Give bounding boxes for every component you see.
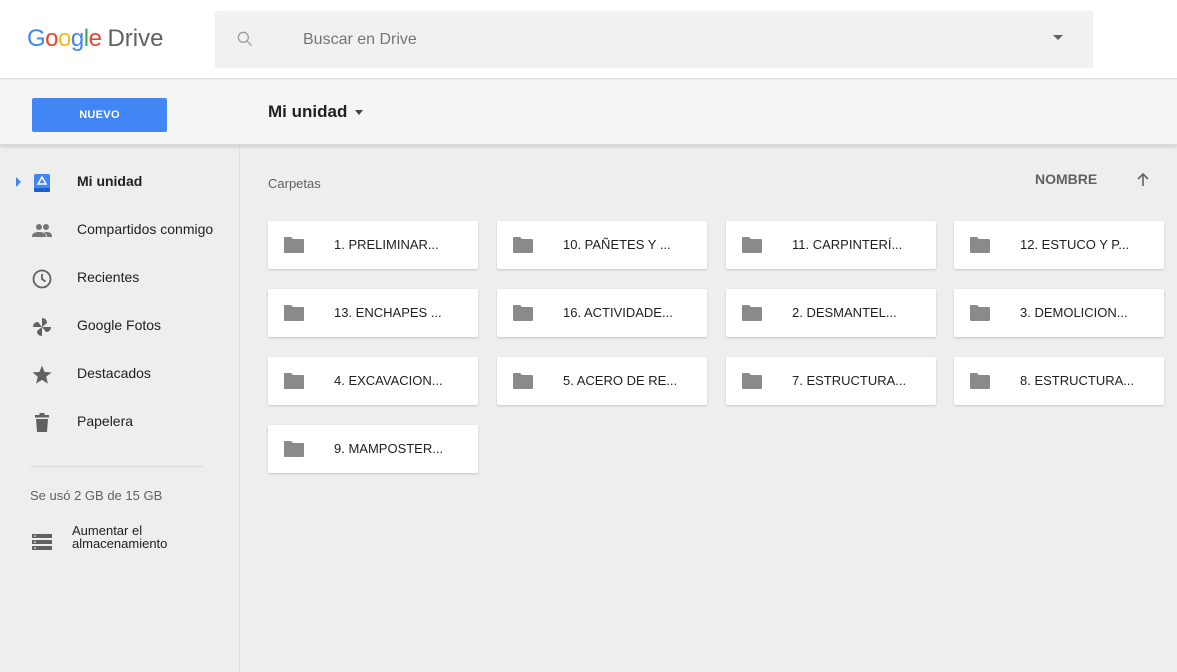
folder-name: 2. DESMANTEL... <box>792 305 897 320</box>
search-icon[interactable] <box>235 29 255 49</box>
folder-item[interactable]: 13. ENCHAPES ... <box>268 289 478 337</box>
storage-usage-text: Se usó 2 GB de 15 GB <box>30 488 163 503</box>
sidebar-item-shared-with-me[interactable]: Compartidos conmigo <box>0 210 239 250</box>
google-drive-logo[interactable]: Google Drive <box>27 24 163 54</box>
folder-name: 12. ESTUCO Y P... <box>1020 237 1130 252</box>
folder-icon <box>284 373 304 389</box>
folder-icon <box>513 373 533 389</box>
new-button[interactable]: NUEVO <box>32 98 167 132</box>
folder-name: 13. ENCHAPES ... <box>334 305 442 320</box>
folder-icon <box>970 373 990 389</box>
folder-icon <box>742 305 762 321</box>
upgrade-storage-link[interactable]: Aumentar el almacenamiento <box>30 524 230 560</box>
folder-item[interactable]: 16. ACTIVIDADE... <box>497 289 707 337</box>
folder-name: 3. DEMOLICION... <box>1020 305 1128 320</box>
folder-icon <box>284 441 304 457</box>
main-content: Carpetas NOMBRE 1. PRELIMINAR... 10. PAÑE… <box>241 145 1177 672</box>
upgrade-storage-label: Aumentar el almacenamiento <box>72 523 168 551</box>
folder-item[interactable]: 5. ACERO DE RE... <box>497 357 707 405</box>
sort-by-name-button[interactable]: NOMBRE <box>1035 171 1097 187</box>
search-options-dropdown-icon[interactable] <box>1053 35 1063 40</box>
folder-name: 11. CARPINTERÍ... <box>792 237 903 252</box>
sidebar-divider <box>30 466 203 467</box>
storage-icon <box>32 534 52 550</box>
location-breadcrumb[interactable]: Mi unidad <box>268 102 364 122</box>
pinwheel-icon <box>33 318 51 336</box>
clock-icon <box>32 269 52 289</box>
folder-item[interactable]: 3. DEMOLICION... <box>954 289 1164 337</box>
sidebar-item-label: Google Fotos <box>77 317 162 333</box>
folder-name: 9. MAMPOSTER... <box>334 441 444 456</box>
expand-arrow-icon[interactable] <box>16 177 21 187</box>
chevron-down-icon <box>355 109 364 115</box>
my-drive-icon <box>34 174 50 192</box>
folder-icon <box>513 305 533 321</box>
folder-item[interactable]: 10. PAÑETES Y ... <box>497 221 707 269</box>
sidebar-item-label: Destacados <box>77 365 151 381</box>
folder-icon <box>513 237 533 253</box>
location-label: Mi unidad <box>268 102 348 121</box>
folders-section-title: Carpetas <box>268 176 321 191</box>
folder-item[interactable]: 2. DESMANTEL... <box>726 289 936 337</box>
people-icon <box>32 224 52 237</box>
folder-icon <box>742 237 762 253</box>
folder-name: 16. ACTIVIDADE... <box>563 305 673 320</box>
sidebar-item-recent[interactable]: Recientes <box>0 258 239 298</box>
sidebar-item-starred[interactable]: Destacados <box>0 354 239 394</box>
toolbar: NUEVO Mi unidad <box>0 80 1177 145</box>
folder-icon <box>742 373 762 389</box>
sidebar-item-label: Recientes <box>77 269 140 285</box>
folder-name: 7. ESTRUCTURA... <box>792 373 907 388</box>
trash-icon <box>35 413 49 432</box>
sidebar-item-label: Papelera <box>77 413 134 429</box>
star-icon <box>32 365 52 384</box>
sidebar-item-label: Compartidos conmigo <box>77 221 214 237</box>
sidebar-item-google-photos[interactable]: Google Fotos <box>0 306 239 346</box>
folder-name: 10. PAÑETES Y ... <box>563 237 671 252</box>
folder-icon <box>284 305 304 321</box>
logo-product-name: Drive <box>107 25 164 52</box>
folder-icon <box>970 305 990 321</box>
folder-name: 5. ACERO DE RE... <box>563 373 678 388</box>
sidebar-item-trash[interactable]: Papelera <box>0 402 239 442</box>
search-box[interactable] <box>215 11 1093 68</box>
folder-item[interactable]: 4. EXCAVACION... <box>268 357 478 405</box>
google-wordmark: Google <box>27 25 102 52</box>
folder-item[interactable]: 8. ESTRUCTURA... <box>954 357 1164 405</box>
folder-item[interactable]: 12. ESTUCO Y P... <box>954 221 1164 269</box>
folder-name: 1. PRELIMINAR... <box>334 237 439 252</box>
arrow-up-icon[interactable] <box>1135 171 1151 189</box>
folder-item[interactable]: 11. CARPINTERÍ... <box>726 221 936 269</box>
folder-icon <box>970 237 990 253</box>
search-input[interactable] <box>303 28 1003 52</box>
folder-item[interactable]: 1. PRELIMINAR... <box>268 221 478 269</box>
folder-name: 4. EXCAVACION... <box>334 373 443 388</box>
sidebar-item-label: Mi unidad <box>77 173 143 189</box>
folder-icon <box>284 237 304 253</box>
folder-item[interactable]: 7. ESTRUCTURA... <box>726 357 936 405</box>
folder-item[interactable]: 9. MAMPOSTER... <box>268 425 478 473</box>
sidebar: Mi unidad Compartidos conmigo Recientes … <box>0 145 240 672</box>
folder-name: 8. ESTRUCTURA... <box>1020 373 1135 388</box>
app-header: Google Drive <box>0 0 1177 79</box>
sidebar-item-my-drive[interactable]: Mi unidad <box>0 162 239 202</box>
